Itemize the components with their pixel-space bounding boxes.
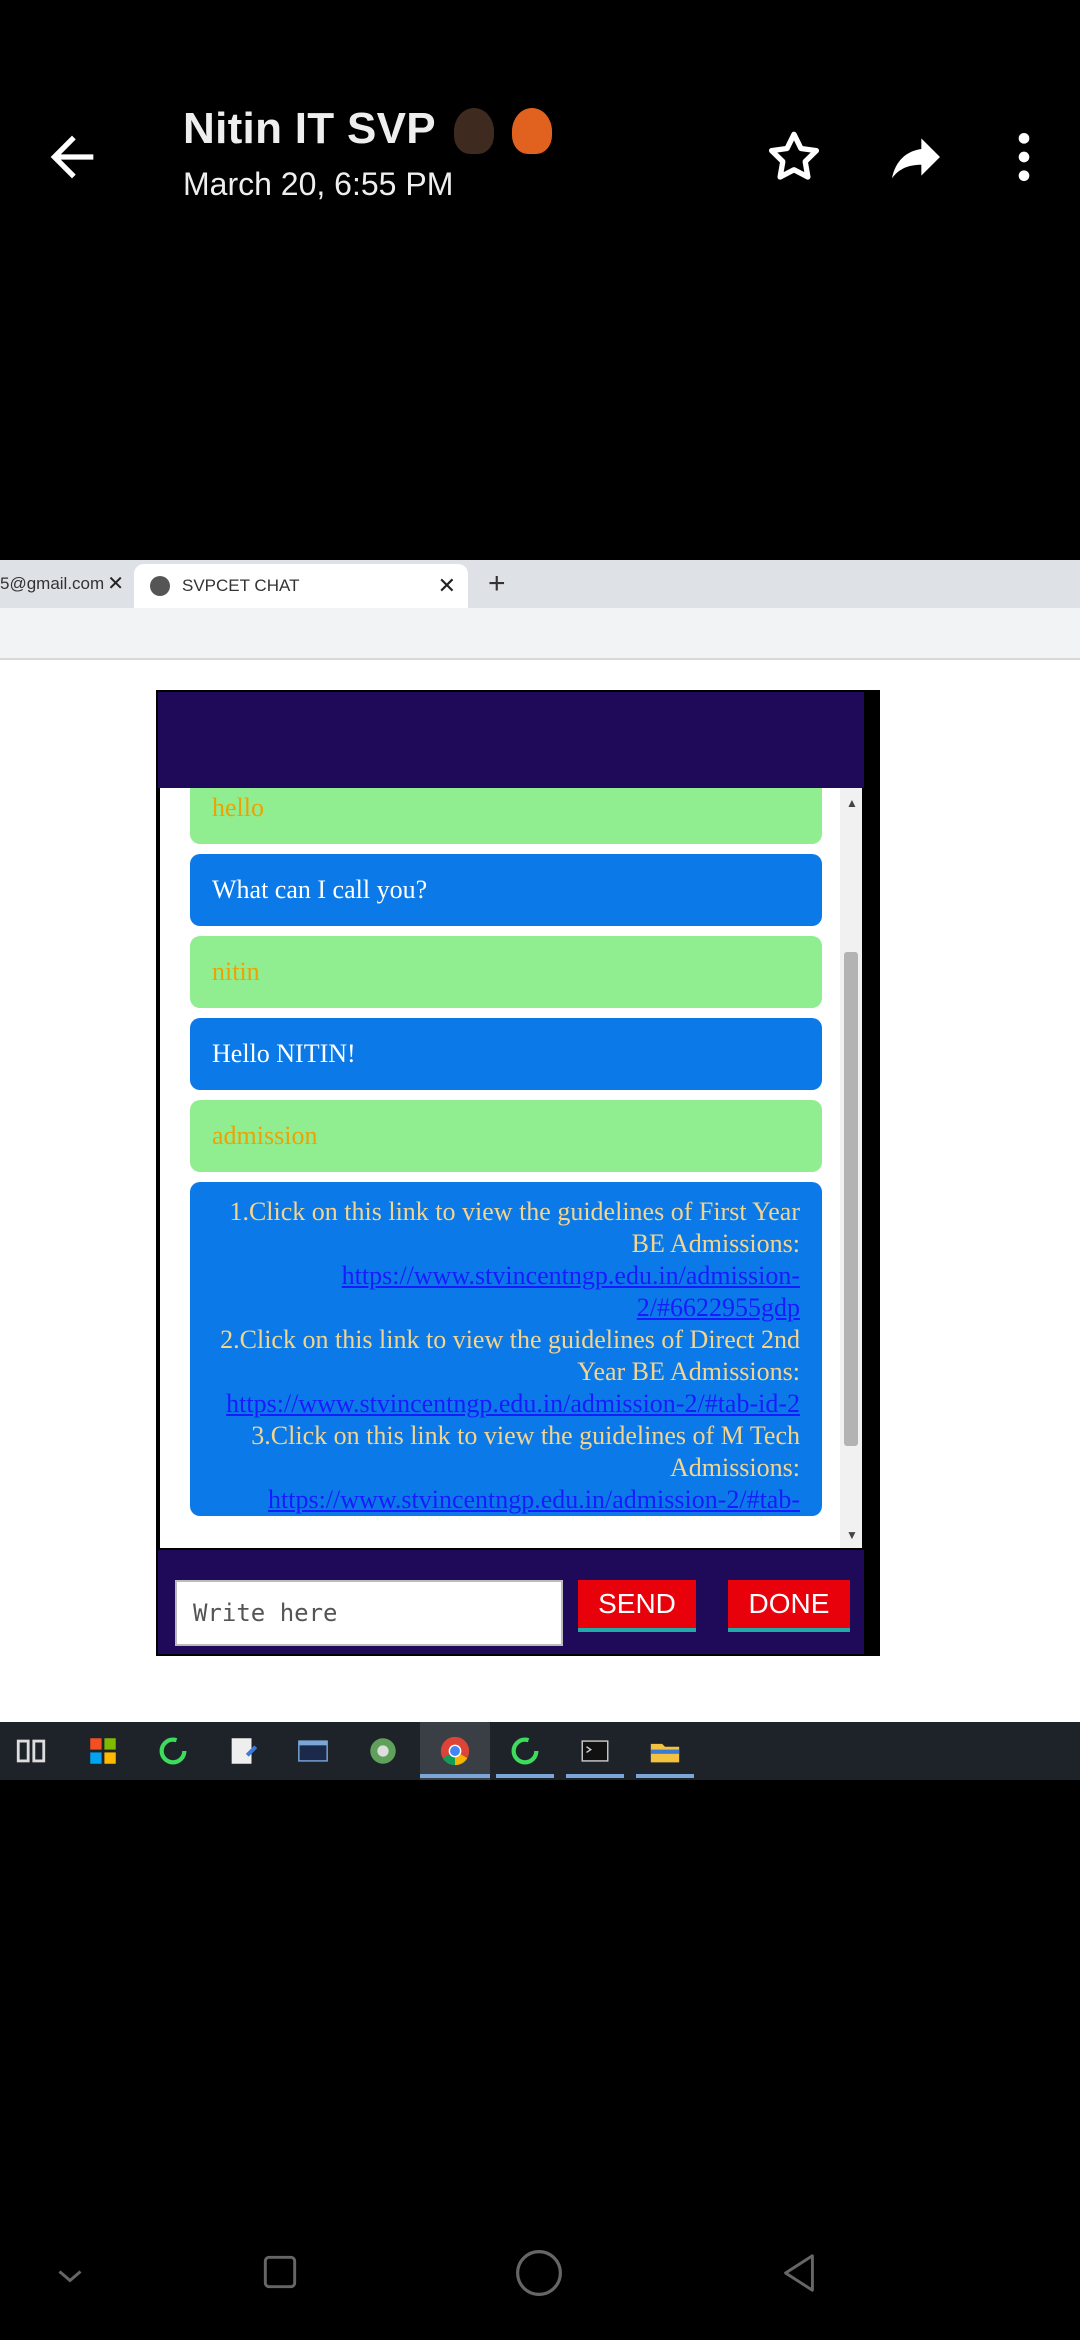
chat-footer: Write here SEND DONE <box>158 1550 864 1654</box>
loading-ring-icon[interactable] <box>156 1734 190 1768</box>
admission-line-3: 3.Click on this link to view the guideli… <box>251 1421 800 1482</box>
active-indicator <box>420 1774 490 1778</box>
person-emoji-icon <box>453 108 494 155</box>
star-icon[interactable] <box>762 125 826 189</box>
message-input[interactable]: Write here <box>175 1580 563 1646</box>
notepad-icon[interactable] <box>226 1734 260 1768</box>
timestamp: March 20, 6:55 PM <box>183 166 454 202</box>
terminal-window-icon[interactable] <box>296 1734 330 1768</box>
browser-tabstrip: 5@gmail.com ✕ SVPCET CHAT ✕ + <box>0 560 1080 608</box>
windows-store-icon[interactable] <box>86 1734 120 1768</box>
home-circle-icon[interactable] <box>512 2246 566 2300</box>
close-icon[interactable]: ✕ <box>438 564 456 608</box>
chat-scrollbar[interactable]: ▲ ▼ <box>840 788 862 1548</box>
conversation-title: Nitin IT SVP <box>183 104 553 155</box>
system-nav-bar <box>0 2230 1080 2340</box>
admission-line-2: 2.Click on this link to view the guideli… <box>220 1325 800 1386</box>
taskbar <box>0 1722 1080 1780</box>
bot-admission-message: 1.Click on this link to view the guideli… <box>190 1182 822 1516</box>
redhead-emoji-icon <box>512 108 553 155</box>
file-explorer-icon[interactable] <box>648 1734 682 1768</box>
share-icon[interactable] <box>884 125 948 189</box>
globe-icon <box>150 576 170 596</box>
back-triangle-icon[interactable] <box>776 2248 822 2298</box>
chat-header <box>158 692 864 788</box>
loading-ring-icon[interactable] <box>508 1734 542 1768</box>
admission-link-2[interactable]: https://www.stvincentngp.edu.in/admissio… <box>226 1389 800 1418</box>
tab-svpcet-label: SVPCET CHAT <box>182 576 300 595</box>
new-tab-icon[interactable]: + <box>488 560 506 608</box>
bot-message: Hello NITIN! <box>190 1018 822 1090</box>
console-icon[interactable] <box>578 1734 612 1768</box>
scroll-down-icon[interactable]: ▼ <box>846 1528 858 1542</box>
admission-line-1: 1.Click on this link to view the guideli… <box>229 1197 800 1258</box>
running-indicator <box>636 1774 694 1778</box>
back-arrow-icon[interactable] <box>40 125 104 189</box>
running-indicator <box>496 1774 554 1778</box>
message-list: hello What can I call you? nitin Hello N… <box>190 788 822 1526</box>
android-studio-icon[interactable] <box>366 1734 400 1768</box>
tab-svpcet-chat[interactable]: SVPCET CHAT ✕ <box>134 564 468 608</box>
chat-body: hello What can I call you? nitin Hello N… <box>160 788 862 1548</box>
bot-message: What can I call you? <box>190 854 822 926</box>
send-button[interactable]: SEND <box>578 1580 696 1632</box>
admission-link-1[interactable]: https://www.stvincentngp.edu.in/admissio… <box>342 1261 800 1322</box>
chat-window: hello What can I call you? nitin Hello N… <box>156 690 880 1656</box>
screenshot-image: 5@gmail.com ✕ SVPCET CHAT ✕ + hello What… <box>0 560 1080 1780</box>
done-button[interactable]: DONE <box>728 1580 850 1632</box>
more-options-icon[interactable] <box>992 125 1056 189</box>
scroll-thumb[interactable] <box>844 952 858 1446</box>
recents-square-icon[interactable] <box>258 2250 302 2294</box>
chevron-down-icon[interactable] <box>52 2258 88 2294</box>
close-icon[interactable]: ✕ <box>107 560 124 608</box>
user-message: hello <box>190 788 822 844</box>
viewer-header: Nitin IT SVP March 20, 6:55 PM <box>0 0 1080 560</box>
admission-link-3[interactable]: https://www.stvincentngp.edu.in/admissio… <box>268 1485 800 1514</box>
tab-gmail-label: 5@gmail.com <box>0 574 105 593</box>
user-message: admission <box>190 1100 822 1172</box>
task-view-icon[interactable] <box>14 1734 48 1768</box>
conversation-title-text: Nitin IT SVP <box>183 104 436 153</box>
tab-gmail[interactable]: 5@gmail.com ✕ <box>0 560 130 608</box>
scroll-up-icon[interactable]: ▲ <box>846 796 858 810</box>
address-bar[interactable] <box>0 608 1080 660</box>
chrome-icon[interactable] <box>438 1734 472 1768</box>
user-message: nitin <box>190 936 822 1008</box>
running-indicator <box>566 1774 624 1778</box>
